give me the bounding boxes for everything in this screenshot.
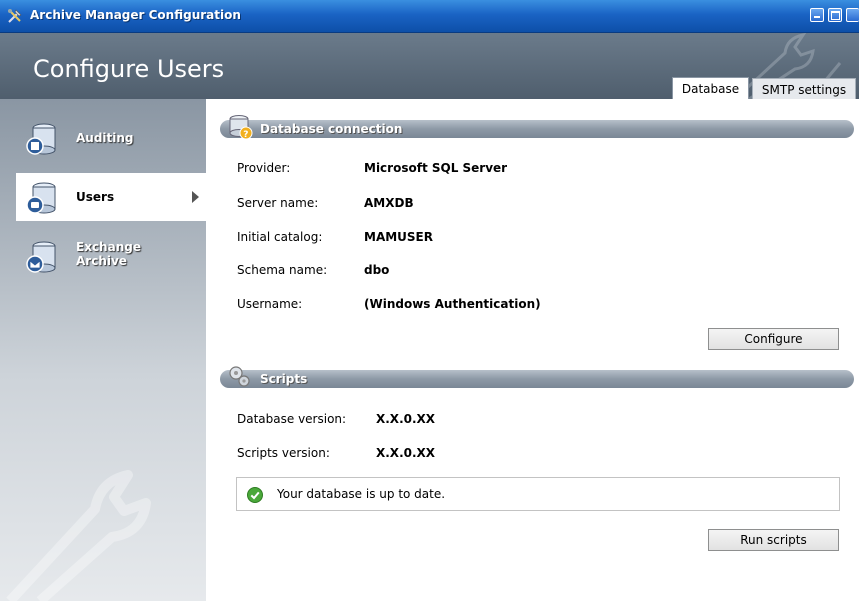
sidebar-item-label-line1: Exchange (76, 240, 141, 254)
username-label: Username: (237, 297, 303, 311)
database-warning-icon: ? (229, 115, 253, 140)
sidebar-item-exchange-archive[interactable]: Exchange Archive (16, 232, 206, 280)
sidebar-item-label-line2: Archive (76, 254, 127, 268)
sidebar-item-label: Users (76, 190, 115, 204)
status-text: Your database is up to date. (277, 487, 446, 501)
scripts-version-value: X.X.0.XX (376, 446, 436, 460)
wrench-decoration-icon (6, 470, 151, 601)
tab-smtp-settings[interactable]: SMTP settings (752, 78, 856, 100)
checkmark-icon (247, 487, 263, 503)
auditing-icon (26, 123, 56, 155)
server-name-value: AMXDB (364, 196, 414, 210)
schema-name-value: dbo (364, 263, 390, 277)
page-title: Configure Users (33, 55, 225, 83)
configure-button[interactable]: Configure (708, 328, 839, 350)
status-message-box: Your database is up to date. (236, 477, 840, 511)
window-title: Archive Manager Configuration (30, 8, 241, 22)
sidebar: Auditing Users Exchange Archive (0, 99, 206, 601)
username-value: (Windows Authentication) (364, 297, 541, 311)
database-version-value: X.X.0.XX (376, 412, 436, 426)
server-name-label: Server name: (237, 196, 319, 210)
schema-name-label: Schema name: (237, 263, 328, 277)
users-icon (26, 182, 56, 214)
gears-icon (229, 366, 250, 387)
provider-label: Provider: (237, 161, 291, 175)
section-title: Scripts (260, 372, 308, 386)
section-scripts: Scripts (220, 366, 854, 388)
main-panel: ? Database connection Provider: Microsof… (206, 99, 859, 601)
provider-value: Microsoft SQL Server (364, 161, 508, 175)
sidebar-item-label: Auditing (76, 131, 134, 145)
sidebar-item-users[interactable]: Users (16, 173, 206, 221)
initial-catalog-label: Initial catalog: (237, 230, 323, 244)
database-version-label: Database version: (237, 412, 347, 426)
scripts-version-label: Scripts version: (237, 446, 330, 460)
sidebar-item-auditing[interactable]: Auditing (16, 114, 206, 162)
svg-text:?: ? (243, 130, 248, 140)
maximize-button[interactable] (828, 8, 842, 22)
tab-database[interactable]: Database (672, 77, 749, 99)
section-title: Database connection (260, 122, 403, 136)
close-button[interactable] (846, 8, 859, 22)
minimize-button[interactable] (810, 8, 824, 22)
tools-icon (8, 9, 22, 23)
exchange-archive-icon (26, 241, 56, 273)
title-bar: Archive Manager Configuration (0, 0, 859, 33)
chevron-right-icon (192, 191, 199, 203)
run-scripts-button[interactable]: Run scripts (708, 529, 839, 551)
initial-catalog-value: MAMUSER (364, 230, 433, 244)
section-database-connection: ? Database connection (220, 115, 854, 140)
